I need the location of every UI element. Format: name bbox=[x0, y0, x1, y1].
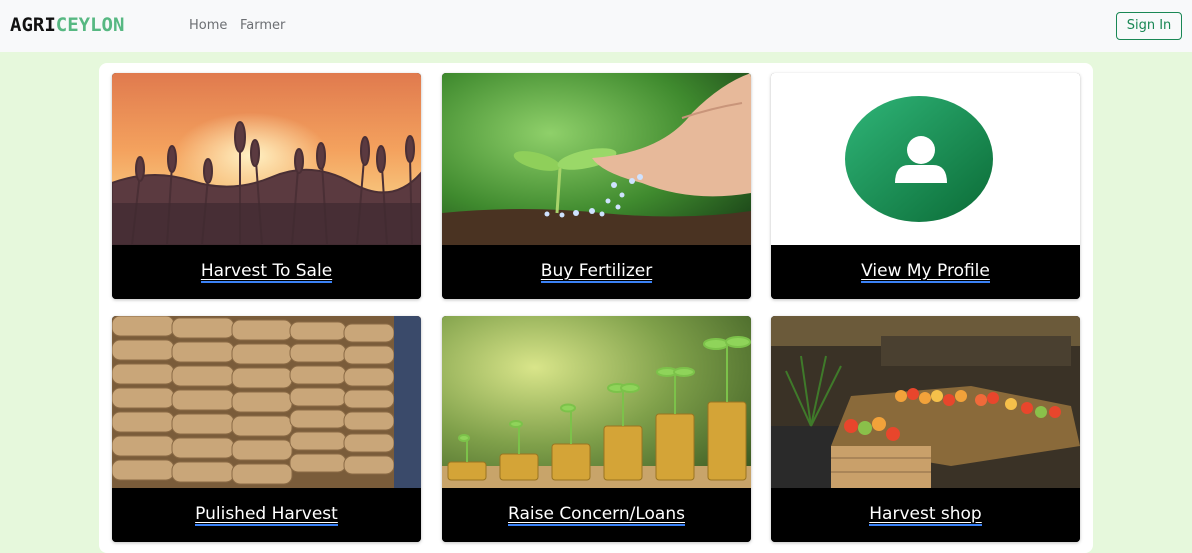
brand-part-agri: AGRI bbox=[10, 14, 56, 36]
coin-stacks-image bbox=[442, 316, 751, 488]
pulished-harvest-link[interactable]: Pulished Harvest bbox=[195, 504, 338, 526]
brand-part-ceylon: CEYLON bbox=[55, 14, 125, 36]
card-buy-fertilizer[interactable]: Buy Fertilizer bbox=[442, 73, 751, 299]
sign-in-button[interactable]: Sign In bbox=[1116, 12, 1182, 40]
raise-concern-loans-link[interactable]: Raise Concern/Loans bbox=[508, 504, 685, 526]
card-raise-concern-loans[interactable]: Raise Concern/Loans bbox=[442, 316, 751, 542]
user-icon-head bbox=[907, 136, 935, 164]
nav-home-link[interactable]: Home bbox=[189, 18, 227, 34]
card-harvest-to-sale[interactable]: Harvest To Sale bbox=[112, 73, 421, 299]
card-caption: Harvest shop bbox=[771, 488, 1080, 542]
harvest-to-sale-link[interactable]: Harvest To Sale bbox=[200, 261, 333, 283]
market-stall-image bbox=[771, 316, 1080, 488]
brand-logo[interactable]: AGRICEYLON bbox=[10, 14, 124, 36]
card-caption: Harvest To Sale bbox=[112, 245, 421, 299]
fertilizer-image bbox=[442, 73, 751, 245]
nav-farmer-link[interactable]: Farmer bbox=[240, 18, 285, 34]
card-caption: View My Profile bbox=[771, 245, 1080, 299]
card-pulished-harvest[interactable]: Pulished Harvest bbox=[112, 316, 421, 542]
view-my-profile-link[interactable]: View My Profile bbox=[861, 261, 990, 283]
card-harvest-shop[interactable]: Harvest shop bbox=[771, 316, 1080, 542]
buy-fertilizer-link[interactable]: Buy Fertilizer bbox=[540, 261, 653, 283]
card-caption: Raise Concern/Loans bbox=[442, 488, 751, 542]
card-view-my-profile[interactable]: View My Profile bbox=[771, 73, 1080, 299]
card-caption: Buy Fertilizer bbox=[442, 245, 751, 299]
profile-image bbox=[771, 73, 1080, 245]
wheat-field-image bbox=[112, 73, 421, 245]
harvest-shop-link[interactable]: Harvest shop bbox=[869, 504, 982, 526]
top-navbar: AGRICEYLON Home Farmer Sign In bbox=[0, 0, 1192, 52]
card-caption: Pulished Harvest bbox=[112, 488, 421, 542]
grain-sacks-image bbox=[112, 316, 421, 488]
